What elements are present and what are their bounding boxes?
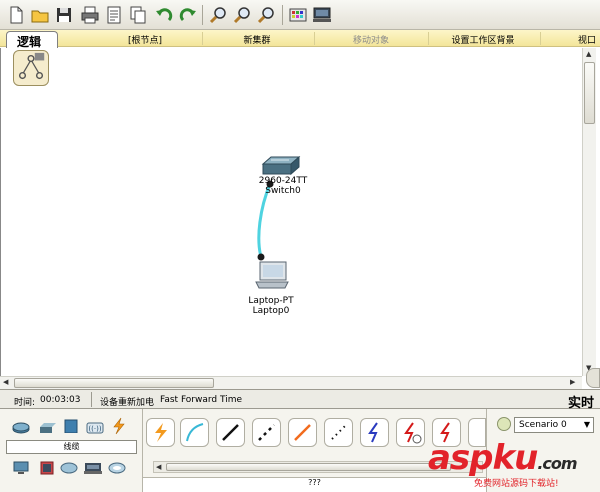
zoom-out-icon[interactable] <box>256 5 276 25</box>
move-object-button[interactable]: 移动对象 <box>336 33 406 46</box>
new-cluster-button[interactable]: 新集群 <box>222 33 292 46</box>
watermark: aspku.com 免费网站源码下载站! <box>428 440 600 492</box>
viewport-toggle-icon[interactable] <box>586 368 600 388</box>
set-background-button[interactable]: 设置工作区背景 <box>438 33 528 46</box>
power-cycle-button[interactable]: 设备重新加电 <box>100 395 154 408</box>
fast-forward-button[interactable]: Fast Forward Time <box>160 395 242 405</box>
activity-wizard-icon[interactable] <box>104 5 124 25</box>
chevron-down-icon: ▼ <box>583 420 590 429</box>
svg-text:((·)): ((·)) <box>88 425 101 433</box>
switch-category-icon[interactable] <box>38 421 56 435</box>
security-category-icon[interactable] <box>38 461 56 475</box>
device-type-panel: ((·)) 线缆 <box>0 409 143 492</box>
switch-device-icon[interactable] <box>259 155 303 178</box>
scenario-select[interactable]: Scenario 0 ▼ <box>514 417 594 433</box>
scroll-right-icon[interactable]: ▶ <box>570 378 575 386</box>
undo-icon[interactable] <box>154 5 174 25</box>
custom-category-icon[interactable] <box>84 461 102 475</box>
main-toolbar <box>0 0 600 30</box>
scroll-left-icon[interactable]: ◀ <box>3 378 8 386</box>
multiuser-category-icon[interactable] <box>108 461 126 475</box>
save-icon[interactable] <box>54 5 74 25</box>
open-icon[interactable] <box>30 5 50 25</box>
redo-icon[interactable] <box>178 5 198 25</box>
palette-icon[interactable] <box>288 5 308 25</box>
laptop-label: Laptop-PT Laptop0 <box>231 296 311 316</box>
logical-workspace[interactable]: 2960-24TT Switch0 Laptop-PT Laptop0 <box>0 48 582 376</box>
switch-name: Switch0 <box>265 186 301 196</box>
workspace-bar: [根节点] 新集群 移动对象 设置工作区背景 视口 <box>0 30 600 47</box>
switch-label: 2960-24TT Switch0 <box>243 176 323 196</box>
root-node-label[interactable]: [根节点] <box>110 33 180 46</box>
vertical-scroll-thumb[interactable] <box>584 62 595 124</box>
fiber-cable-icon[interactable] <box>288 418 317 447</box>
zoom-in-icon[interactable] <box>208 5 228 25</box>
cable-scroll-left-icon[interactable]: ◀ <box>156 463 161 471</box>
end-device-category-icon[interactable] <box>12 461 30 475</box>
watermark-tagline: 免费网站源码下载站! <box>474 479 559 489</box>
time-value: 00:03:03 <box>40 395 81 405</box>
horizontal-scrollbar[interactable]: ◀ ▶ <box>0 376 582 389</box>
horizontal-scroll-thumb[interactable] <box>14 378 214 388</box>
time-label: 时间: <box>14 398 36 408</box>
wan-emulation-category-icon[interactable] <box>60 461 78 475</box>
scenario-info-icon[interactable] <box>497 417 511 431</box>
viewport-button[interactable]: 视口 <box>578 33 600 46</box>
scroll-up-icon[interactable]: ▲ <box>586 50 591 58</box>
hub-category-icon[interactable] <box>62 419 80 434</box>
cable-scroll-thumb[interactable] <box>166 463 451 471</box>
coaxial-cable-icon[interactable] <box>360 418 389 447</box>
tab-logical[interactable]: 逻辑 <box>6 31 58 49</box>
status-bar: 时间: 00:03:03 设备重新加电 Fast Forward Time 实时 <box>0 389 600 411</box>
straight-through-cable-icon[interactable] <box>216 418 245 447</box>
crossover-cable-icon[interactable] <box>252 418 281 447</box>
zoom-reset-icon[interactable] <box>232 5 252 25</box>
laptop-name: Laptop0 <box>252 306 290 316</box>
router-category-icon[interactable] <box>12 421 30 435</box>
custom-device-icon[interactable] <box>312 5 332 25</box>
laptop-model: Laptop-PT <box>248 296 294 306</box>
vertical-scrollbar[interactable]: ▲ ▼ <box>582 48 596 376</box>
copy-icon[interactable] <box>128 5 148 25</box>
new-icon[interactable] <box>6 5 26 25</box>
device-category-label: 线缆 <box>6 440 137 454</box>
serial-dce-cable-icon[interactable] <box>396 418 425 447</box>
network-link[interactable] <box>1 48 583 376</box>
laptop-device-icon[interactable] <box>254 260 290 290</box>
phone-cable-icon[interactable] <box>324 418 353 447</box>
connections-category-icon[interactable] <box>110 417 128 435</box>
wireless-category-icon[interactable]: ((·)) <box>86 421 104 435</box>
console-cable-icon[interactable] <box>180 418 209 447</box>
switch-model: 2960-24TT <box>258 176 308 186</box>
print-icon[interactable] <box>80 5 100 25</box>
auto-cable-icon[interactable] <box>146 418 175 447</box>
scenario-select-value: Scenario 0 <box>519 420 567 430</box>
